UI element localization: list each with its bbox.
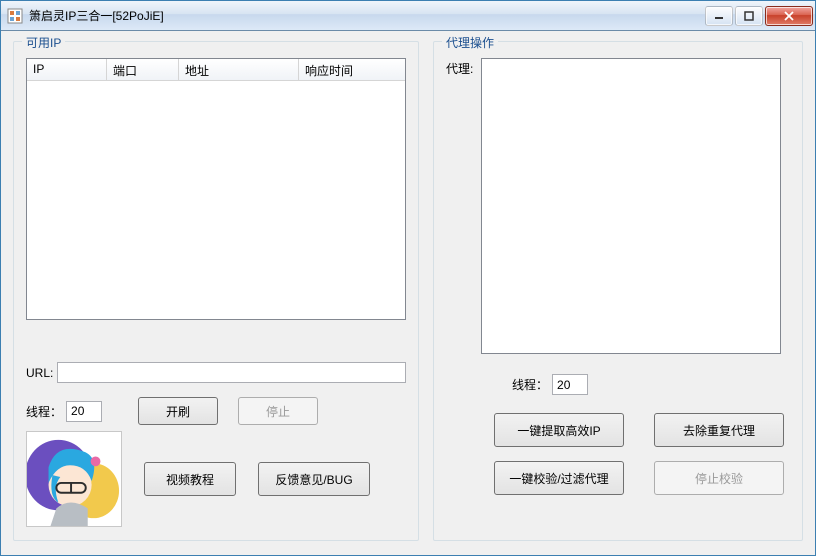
content: 可用IP IP 端口 地址 响应时间 URL: 线程： 开刷 停止 <box>1 31 815 555</box>
thread-label-left: 线程： <box>26 403 62 420</box>
col-resp[interactable]: 响应时间 <box>299 59 405 80</box>
col-addr[interactable]: 地址 <box>179 59 299 80</box>
proxy-button-grid: 一键提取高效IP 去除重复代理 一键校验/过滤代理 停止校验 <box>494 413 790 495</box>
avatar-image <box>26 431 122 527</box>
url-row: URL: <box>26 362 406 383</box>
proxy-legend: 代理操作 <box>442 34 498 51</box>
app-icon <box>7 8 23 24</box>
video-tutorial-button[interactable]: 视频教程 <box>144 462 236 496</box>
start-button[interactable]: 开刷 <box>138 397 218 425</box>
thread-input-left[interactable] <box>66 401 102 422</box>
proxy-row: 代理: <box>446 58 790 354</box>
ip-listview[interactable]: IP 端口 地址 响应时间 <box>26 58 406 320</box>
proxy-group: 代理操作 代理: 线程： 一键提取高效IP 去除重复代理 一键校验/过滤代理 停… <box>433 41 803 541</box>
col-ip[interactable]: IP <box>27 59 107 80</box>
close-button[interactable] <box>765 6 813 26</box>
minimize-button[interactable] <box>705 6 733 26</box>
proxy-textarea[interactable] <box>481 58 781 354</box>
window-title: 箫启灵IP三合一[52PoJiE] <box>29 7 164 24</box>
available-ip-legend: 可用IP <box>22 34 65 51</box>
feedback-button[interactable]: 反馈意见/BUG <box>258 462 370 496</box>
bottom-left-row: 视频教程 反馈意见/BUG <box>26 431 406 527</box>
stop-button: 停止 <box>238 397 318 425</box>
stop-verify-button: 停止校验 <box>654 461 784 495</box>
thread-label-right: 线程： <box>512 376 548 393</box>
thread-input-right[interactable] <box>552 374 588 395</box>
url-label: URL: <box>26 366 53 380</box>
ip-listview-header: IP 端口 地址 响应时间 <box>27 59 405 81</box>
maximize-button[interactable] <box>735 6 763 26</box>
col-port[interactable]: 端口 <box>107 59 179 80</box>
extract-ip-button[interactable]: 一键提取高效IP <box>494 413 624 447</box>
proxy-label: 代理: <box>446 60 473 77</box>
verify-proxy-button[interactable]: 一键校验/过滤代理 <box>494 461 624 495</box>
dedupe-proxy-button[interactable]: 去除重复代理 <box>654 413 784 447</box>
url-input[interactable] <box>57 362 406 383</box>
thread-row-left: 线程： 开刷 停止 <box>26 397 406 425</box>
thread-row-right: 线程： <box>512 374 790 395</box>
window: 箫启灵IP三合一[52PoJiE] 可用IP IP 端口 地址 响应时间 <box>0 0 816 556</box>
titlebar[interactable]: 箫启灵IP三合一[52PoJiE] <box>1 1 815 31</box>
available-ip-group: 可用IP IP 端口 地址 响应时间 URL: 线程： 开刷 停止 <box>13 41 419 541</box>
